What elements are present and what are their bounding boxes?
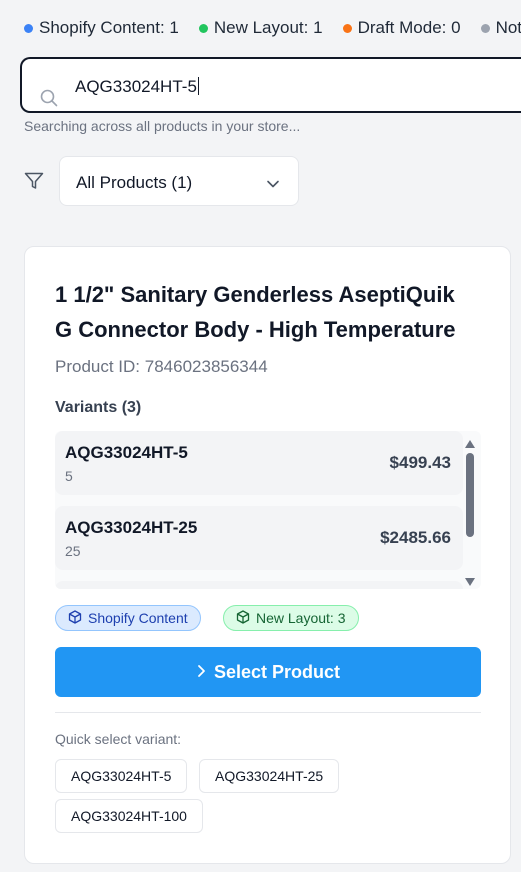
- product-filter-value: All Products (1): [76, 173, 193, 192]
- scrollbar-thumb[interactable]: [466, 453, 474, 537]
- cube-icon: [236, 609, 250, 627]
- variant-row[interactable]: AQG33024HT-25 25 $2485.66: [55, 506, 463, 570]
- badge-label: Shopify Content: [88, 610, 188, 626]
- product-card: 1 1/2" Sanitary Genderless AseptiQuik G …: [24, 246, 511, 864]
- product-filter-select[interactable]: All Products (1): [59, 156, 299, 206]
- variant-sku: AQG33024HT-5: [65, 443, 188, 462]
- divider: [55, 712, 481, 713]
- variant-price: $499.43: [389, 453, 451, 472]
- legend-draft-mode: Draft Mode: 0: [342, 18, 461, 38]
- product-id: Product ID: 7846023856344: [55, 357, 268, 376]
- legend-label: Shopify Content: 1: [39, 18, 179, 37]
- chevron-down-icon: [266, 176, 280, 194]
- variant-quantity: 25: [65, 543, 81, 559]
- badge-label: New Layout: 3: [256, 610, 346, 626]
- gray-dot-icon: [480, 23, 490, 33]
- new-layout-badge: New Layout: 3: [223, 605, 359, 631]
- variant-row-partial[interactable]: [55, 581, 463, 589]
- product-title: 1 1/2" Sanitary Genderless AseptiQuik G …: [55, 282, 456, 342]
- chevron-right-icon: [196, 662, 206, 683]
- legend-label: Draft Mode: 0: [357, 18, 461, 37]
- quick-variant-chip[interactable]: AQG33024HT-5: [55, 759, 188, 793]
- legend-not: Not: [480, 18, 521, 38]
- variant-sku: AQG33024HT-25: [65, 518, 198, 537]
- variant-quantity: 5: [65, 468, 73, 484]
- legend-label: Not: [495, 18, 521, 37]
- filter-icon[interactable]: [24, 172, 44, 195]
- search-helper-text: Searching across all products in your st…: [24, 118, 301, 134]
- quick-select-label: Quick select variant:: [55, 731, 182, 747]
- blue-dot-icon: [24, 23, 33, 33]
- search-input[interactable]: AQG33024HT-5: [20, 57, 521, 113]
- search-icon: [40, 89, 58, 112]
- legend-shopify-content: Shopify Content: 1: [24, 18, 179, 38]
- variant-row[interactable]: AQG33024HT-5 5 $499.43: [55, 431, 463, 495]
- variant-price: $2485.66: [380, 528, 451, 547]
- search-value: AQG33024HT-5: [75, 77, 199, 96]
- green-dot-icon: [198, 23, 208, 33]
- orange-dot-icon: [342, 23, 352, 33]
- legend-new-layout: New Layout: 1: [198, 18, 323, 38]
- scroll-down-arrow-icon[interactable]: [465, 573, 475, 589]
- quick-variant-chip[interactable]: AQG33024HT-100: [55, 799, 203, 833]
- select-product-label: Select Product: [213, 661, 341, 682]
- quick-variant-chip[interactable]: AQG33024HT-25: [199, 759, 340, 793]
- cube-icon: [68, 609, 82, 627]
- legend-label: New Layout: 1: [213, 18, 323, 37]
- variant-list[interactable]: AQG33024HT-5 5 $499.43 AQG33024HT-25 25 …: [55, 431, 481, 589]
- shopify-content-badge: Shopify Content: [55, 605, 201, 631]
- status-legend: Shopify Content: 1 New Layout: 1 Draft M…: [24, 18, 521, 38]
- scroll-up-arrow-icon[interactable]: [465, 435, 475, 453]
- select-product-button[interactable]: Select Product: [55, 647, 481, 697]
- variants-heading: Variants (3): [55, 399, 142, 416]
